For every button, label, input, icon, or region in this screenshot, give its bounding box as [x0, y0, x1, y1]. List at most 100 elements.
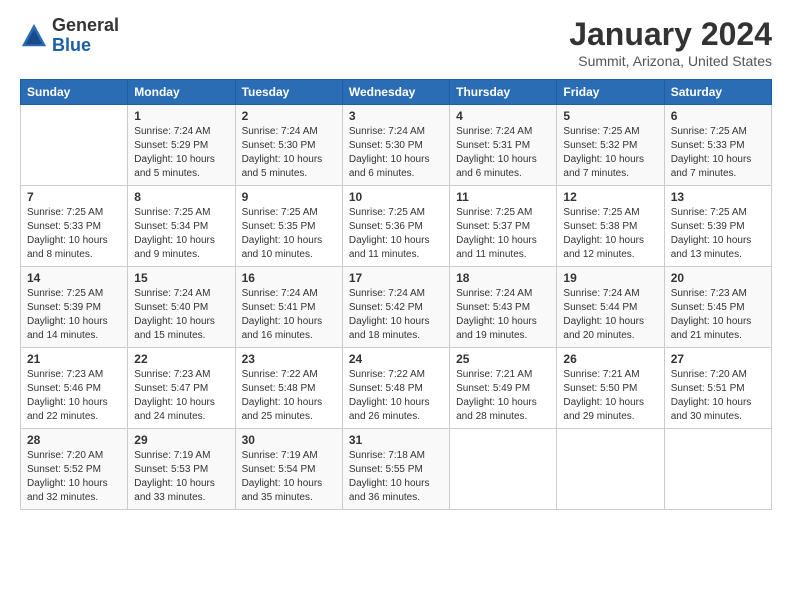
- day-info: Sunrise: 7:22 AMSunset: 5:48 PMDaylight:…: [349, 368, 443, 424]
- col-wednesday: Wednesday: [342, 80, 449, 105]
- week-row-2: 14 Sunrise: 7:25 AMSunset: 5:39 PMDayligh…: [21, 267, 772, 348]
- cell-3-3: 24 Sunrise: 7:22 AMSunset: 5:48 PMDayligh…: [342, 348, 449, 429]
- cell-0-5: 5 Sunrise: 7:25 AMSunset: 5:32 PMDaylight…: [557, 105, 664, 186]
- day-info: Sunrise: 7:23 AMSunset: 5:45 PMDaylight:…: [671, 287, 765, 343]
- cell-3-1: 22 Sunrise: 7:23 AMSunset: 5:47 PMDayligh…: [128, 348, 235, 429]
- cell-2-4: 18 Sunrise: 7:24 AMSunset: 5:43 PMDayligh…: [450, 267, 557, 348]
- cell-1-2: 9Sunrise: 7:25 AMSunset: 5:35 PMDaylight…: [235, 186, 342, 267]
- day-number: 13: [671, 190, 765, 204]
- day-info: Sunrise: 7:19 AMSunset: 5:53 PMDaylight:…: [134, 449, 228, 505]
- cell-4-3: 31 Sunrise: 7:18 AMSunset: 5:55 PMDayligh…: [342, 429, 449, 510]
- cell-2-0: 14 Sunrise: 7:25 AMSunset: 5:39 PMDayligh…: [21, 267, 128, 348]
- week-row-4: 28 Sunrise: 7:20 AMSunset: 5:52 PMDayligh…: [21, 429, 772, 510]
- day-number: 3: [349, 109, 443, 123]
- day-info: Sunrise: 7:22 AMSunset: 5:48 PMDaylight:…: [242, 368, 336, 424]
- cell-3-0: 21Sunrise: 7:23 AMSunset: 5:46 PMDayligh…: [21, 348, 128, 429]
- cell-2-5: 19 Sunrise: 7:24 AMSunset: 5:44 PMDayligh…: [557, 267, 664, 348]
- day-number: 8: [134, 190, 228, 204]
- col-tuesday: Tuesday: [235, 80, 342, 105]
- cell-3-5: 26Sunrise: 7:21 AMSunset: 5:50 PMDayligh…: [557, 348, 664, 429]
- cell-0-4: 4 Sunrise: 7:24 AMSunset: 5:31 PMDaylight…: [450, 105, 557, 186]
- day-number: 20: [671, 271, 765, 285]
- day-info: Sunrise: 7:21 AMSunset: 5:49 PMDaylight:…: [456, 368, 550, 424]
- day-number: 17: [349, 271, 443, 285]
- cell-0-1: 1Sunrise: 7:24 AMSunset: 5:29 PMDaylight…: [128, 105, 235, 186]
- cell-1-0: 7 Sunrise: 7:25 AMSunset: 5:33 PMDaylight…: [21, 186, 128, 267]
- day-info: Sunrise: 7:23 AMSunset: 5:47 PMDaylight:…: [134, 368, 228, 424]
- logo-icon: [20, 22, 48, 50]
- day-info: Sunrise: 7:18 AMSunset: 5:55 PMDaylight:…: [349, 449, 443, 505]
- day-info: Sunrise: 7:24 AMSunset: 5:44 PMDaylight:…: [563, 287, 657, 343]
- day-number: 12: [563, 190, 657, 204]
- day-number: 7: [27, 190, 121, 204]
- cell-4-6: [664, 429, 771, 510]
- day-info: Sunrise: 7:20 AMSunset: 5:52 PMDaylight:…: [27, 449, 121, 505]
- day-info: Sunrise: 7:25 AMSunset: 5:39 PMDaylight:…: [27, 287, 121, 343]
- day-number: 2: [242, 109, 336, 123]
- day-info: Sunrise: 7:24 AMSunset: 5:31 PMDaylight:…: [456, 125, 550, 181]
- day-info: Sunrise: 7:24 AMSunset: 5:30 PMDaylight:…: [349, 125, 443, 181]
- day-number: 6: [671, 109, 765, 123]
- day-number: 10: [349, 190, 443, 204]
- day-info: Sunrise: 7:25 AMSunset: 5:36 PMDaylight:…: [349, 206, 443, 262]
- cell-1-4: 11 Sunrise: 7:25 AMSunset: 5:37 PMDayligh…: [450, 186, 557, 267]
- cell-3-6: 27Sunrise: 7:20 AMSunset: 5:51 PMDayligh…: [664, 348, 771, 429]
- cell-0-3: 3 Sunrise: 7:24 AMSunset: 5:30 PMDaylight…: [342, 105, 449, 186]
- page-container: General Blue January 2024 Summit, Arizon…: [0, 0, 792, 520]
- header-row: Sunday Monday Tuesday Wednesday Thursday…: [21, 80, 772, 105]
- cell-2-3: 17 Sunrise: 7:24 AMSunset: 5:42 PMDayligh…: [342, 267, 449, 348]
- day-number: 24: [349, 352, 443, 366]
- day-info: Sunrise: 7:25 AMSunset: 5:38 PMDaylight:…: [563, 206, 657, 262]
- day-number: 18: [456, 271, 550, 285]
- day-number: 4: [456, 109, 550, 123]
- calendar-table: Sunday Monday Tuesday Wednesday Thursday…: [20, 79, 772, 510]
- day-number: 9: [242, 190, 336, 204]
- cell-0-2: 2Sunrise: 7:24 AMSunset: 5:30 PMDaylight…: [235, 105, 342, 186]
- day-info: Sunrise: 7:25 AMSunset: 5:37 PMDaylight:…: [456, 206, 550, 262]
- day-number: 14: [27, 271, 121, 285]
- day-number: 11: [456, 190, 550, 204]
- day-info: Sunrise: 7:25 AMSunset: 5:33 PMDaylight:…: [27, 206, 121, 262]
- day-number: 5: [563, 109, 657, 123]
- cell-2-1: 15 Sunrise: 7:24 AMSunset: 5:40 PMDayligh…: [128, 267, 235, 348]
- day-number: 28: [27, 433, 121, 447]
- cell-4-4: [450, 429, 557, 510]
- title-block: January 2024 Summit, Arizona, United Sta…: [569, 16, 772, 69]
- header: General Blue January 2024 Summit, Arizon…: [20, 16, 772, 69]
- day-info: Sunrise: 7:25 AMSunset: 5:33 PMDaylight:…: [671, 125, 765, 181]
- day-info: Sunrise: 7:25 AMSunset: 5:32 PMDaylight:…: [563, 125, 657, 181]
- day-number: 31: [349, 433, 443, 447]
- logo-text: General Blue: [52, 16, 119, 56]
- cell-1-1: 8 Sunrise: 7:25 AMSunset: 5:34 PMDaylight…: [128, 186, 235, 267]
- day-number: 15: [134, 271, 228, 285]
- day-info: Sunrise: 7:24 AMSunset: 5:42 PMDaylight:…: [349, 287, 443, 343]
- location: Summit, Arizona, United States: [569, 53, 772, 69]
- day-number: 25: [456, 352, 550, 366]
- day-number: 26: [563, 352, 657, 366]
- day-info: Sunrise: 7:25 AMSunset: 5:34 PMDaylight:…: [134, 206, 228, 262]
- logo-general: General: [52, 15, 119, 35]
- cell-1-5: 12 Sunrise: 7:25 AMSunset: 5:38 PMDayligh…: [557, 186, 664, 267]
- day-number: 16: [242, 271, 336, 285]
- day-info: Sunrise: 7:24 AMSunset: 5:40 PMDaylight:…: [134, 287, 228, 343]
- day-number: 19: [563, 271, 657, 285]
- day-info: Sunrise: 7:24 AMSunset: 5:29 PMDaylight:…: [134, 125, 228, 181]
- month-title: January 2024: [569, 16, 772, 53]
- day-number: 27: [671, 352, 765, 366]
- day-number: 30: [242, 433, 336, 447]
- cell-2-2: 16Sunrise: 7:24 AMSunset: 5:41 PMDayligh…: [235, 267, 342, 348]
- day-info: Sunrise: 7:25 AMSunset: 5:39 PMDaylight:…: [671, 206, 765, 262]
- day-number: 22: [134, 352, 228, 366]
- cell-2-6: 20 Sunrise: 7:23 AMSunset: 5:45 PMDayligh…: [664, 267, 771, 348]
- logo-blue: Blue: [52, 35, 91, 55]
- cell-1-3: 10 Sunrise: 7:25 AMSunset: 5:36 PMDayligh…: [342, 186, 449, 267]
- cell-3-2: 23Sunrise: 7:22 AMSunset: 5:48 PMDayligh…: [235, 348, 342, 429]
- calendar-header: Sunday Monday Tuesday Wednesday Thursday…: [21, 80, 772, 105]
- cell-4-2: 30Sunrise: 7:19 AMSunset: 5:54 PMDayligh…: [235, 429, 342, 510]
- col-friday: Friday: [557, 80, 664, 105]
- cell-4-1: 29Sunrise: 7:19 AMSunset: 5:53 PMDayligh…: [128, 429, 235, 510]
- cell-0-6: 6 Sunrise: 7:25 AMSunset: 5:33 PMDaylight…: [664, 105, 771, 186]
- logo: General Blue: [20, 16, 119, 56]
- day-info: Sunrise: 7:24 AMSunset: 5:43 PMDaylight:…: [456, 287, 550, 343]
- cell-0-0: [21, 105, 128, 186]
